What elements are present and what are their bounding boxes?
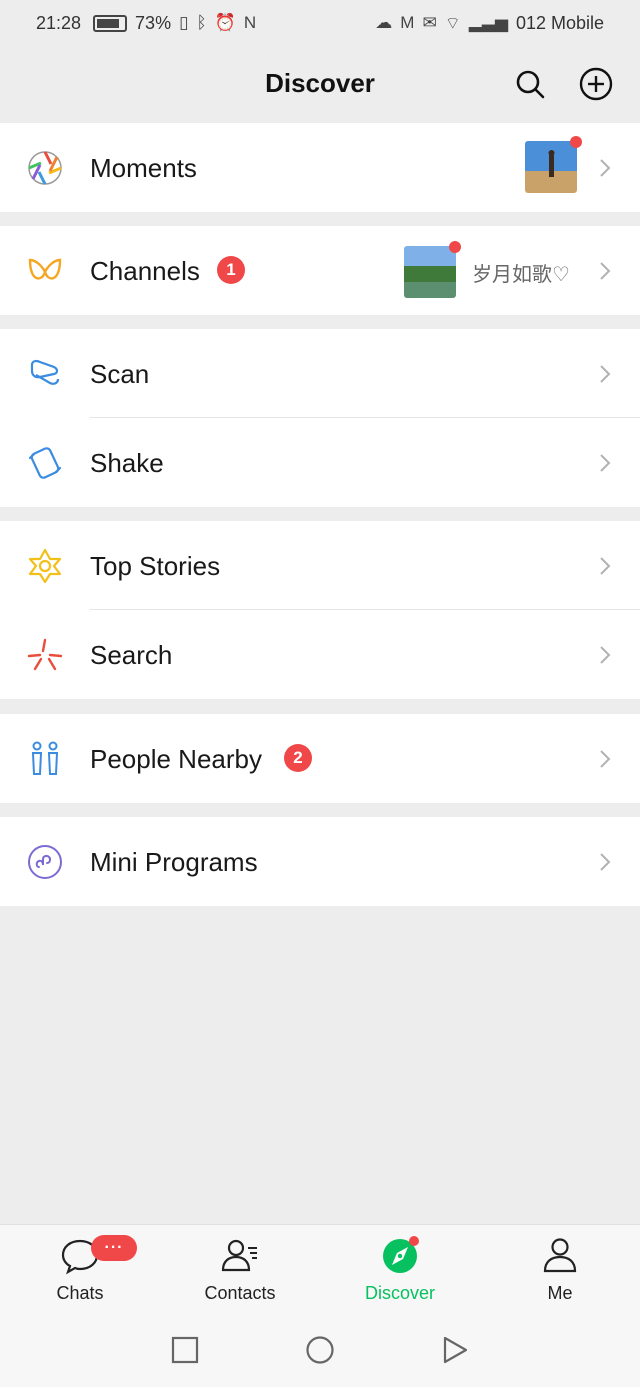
person-icon	[543, 1238, 577, 1273]
scan-icon	[30, 359, 60, 385]
cell-moments[interactable]: Moments	[0, 123, 640, 212]
search-feature-icon	[27, 638, 63, 671]
status-bar: 21:28 73% ▯ ᛒ ⏰ N ☁ M ✉ ⌔ ▂▃▅ 012 Mobile	[0, 0, 640, 46]
cell-top-stories[interactable]: Top Stories	[0, 521, 640, 610]
add-circle-icon[interactable]	[578, 66, 614, 102]
chevron-right-icon	[600, 646, 611, 664]
battery-icon	[93, 14, 128, 32]
group-moments: Moments	[0, 123, 640, 212]
chevron-right-icon	[600, 262, 611, 280]
cell-mini-programs[interactable]: Mini Programs	[0, 817, 640, 906]
cell-people-nearby[interactable]: People Nearby 2	[0, 714, 640, 803]
battery-percent: 73%	[135, 12, 172, 33]
cell-label-channels: Channels	[90, 256, 200, 286]
cell-scan[interactable]: Scan	[0, 329, 640, 418]
tab-label-chats: Chats	[56, 1283, 104, 1303]
moments-thumbnail	[525, 141, 577, 193]
carrier-name: 012 Mobile	[515, 12, 604, 33]
alarm-icon: ⏰	[214, 13, 236, 32]
tab-label-me: Me	[547, 1283, 573, 1303]
tab-discover[interactable]: Discover	[320, 1225, 480, 1320]
tab-contacts[interactable]: Contacts	[160, 1225, 320, 1320]
cell-label-scan: Scan	[90, 359, 150, 389]
group-mini-programs: Mini Programs	[0, 817, 640, 906]
system-nav-bar	[0, 1319, 640, 1387]
chats-badge: ···	[91, 1235, 137, 1261]
mail-icon: ✉	[422, 13, 437, 32]
nfc-icon: N	[243, 13, 257, 32]
tab-chats[interactable]: ··· Chats	[0, 1225, 160, 1320]
cell-label-top-stories: Top Stories	[90, 551, 221, 581]
moments-icon	[28, 151, 62, 185]
group-scan-shake: Scan Shake	[0, 329, 640, 507]
channels-badge: 1	[217, 256, 245, 284]
search-icon[interactable]	[512, 66, 548, 102]
chevron-right-icon	[600, 159, 611, 177]
mini-programs-icon	[28, 845, 62, 879]
cell-label-mini-programs: Mini Programs	[90, 847, 258, 877]
recents-icon[interactable]	[170, 1335, 200, 1365]
bottom-tab-bar: ··· Chats Contacts Discover Me	[0, 1224, 640, 1319]
channels-thumbnail	[404, 246, 456, 298]
tab-me[interactable]: Me	[480, 1225, 640, 1320]
group-channels: Channels 1 岁月如歌♡	[0, 226, 640, 315]
status-time: 21:28	[36, 12, 82, 33]
cloud-icon: ☁	[375, 13, 393, 32]
contacts-icon	[221, 1239, 257, 1272]
chevron-right-icon	[600, 557, 611, 575]
tab-label-contacts: Contacts	[204, 1283, 276, 1303]
status-bar-left: 21:28 73% ▯ ᛒ ⏰ N	[36, 13, 256, 34]
cell-label-shake: Shake	[90, 448, 164, 478]
bluetooth-icon: ᛒ	[196, 13, 207, 32]
cell-label-people-nearby: People Nearby	[90, 744, 262, 774]
signal-icon: ▂▃▅	[468, 13, 508, 32]
people-nearby-icon	[31, 741, 59, 775]
top-stories-icon	[28, 548, 62, 584]
status-bar-right: ☁ M ✉ ⌔ ▂▃▅ 012 Mobile	[375, 13, 604, 34]
compass-icon	[383, 1236, 419, 1273]
chevron-right-icon	[600, 365, 611, 383]
vibrate-icon: ▯	[179, 13, 189, 32]
chevron-right-icon	[600, 853, 611, 871]
channels-new-dot	[449, 241, 461, 253]
shake-icon	[28, 447, 62, 479]
group-people-nearby: People Nearby 2	[0, 714, 640, 803]
channel-name: 岁月如歌♡	[472, 262, 570, 286]
cell-search[interactable]: Search	[0, 610, 640, 699]
cell-shake[interactable]: Shake	[0, 418, 640, 507]
channels-icon	[28, 258, 62, 280]
cell-label-search: Search	[90, 640, 173, 670]
nav-header: Discover	[0, 46, 640, 122]
cell-channels[interactable]: Channels 1 岁月如歌♡	[0, 226, 640, 315]
tab-label-discover: Discover	[364, 1283, 435, 1303]
people-nearby-badge: 2	[284, 744, 312, 772]
chevron-right-icon	[600, 750, 611, 768]
group-stories-search: Top Stories Search	[0, 521, 640, 699]
moments-new-dot	[570, 136, 582, 148]
cell-label-moments: Moments	[90, 153, 197, 183]
back-icon[interactable]	[440, 1335, 470, 1365]
wifi-icon: ⌔	[444, 13, 461, 33]
gmail-icon: M	[400, 13, 415, 32]
chevron-right-icon	[600, 454, 611, 472]
home-icon[interactable]	[305, 1335, 335, 1365]
